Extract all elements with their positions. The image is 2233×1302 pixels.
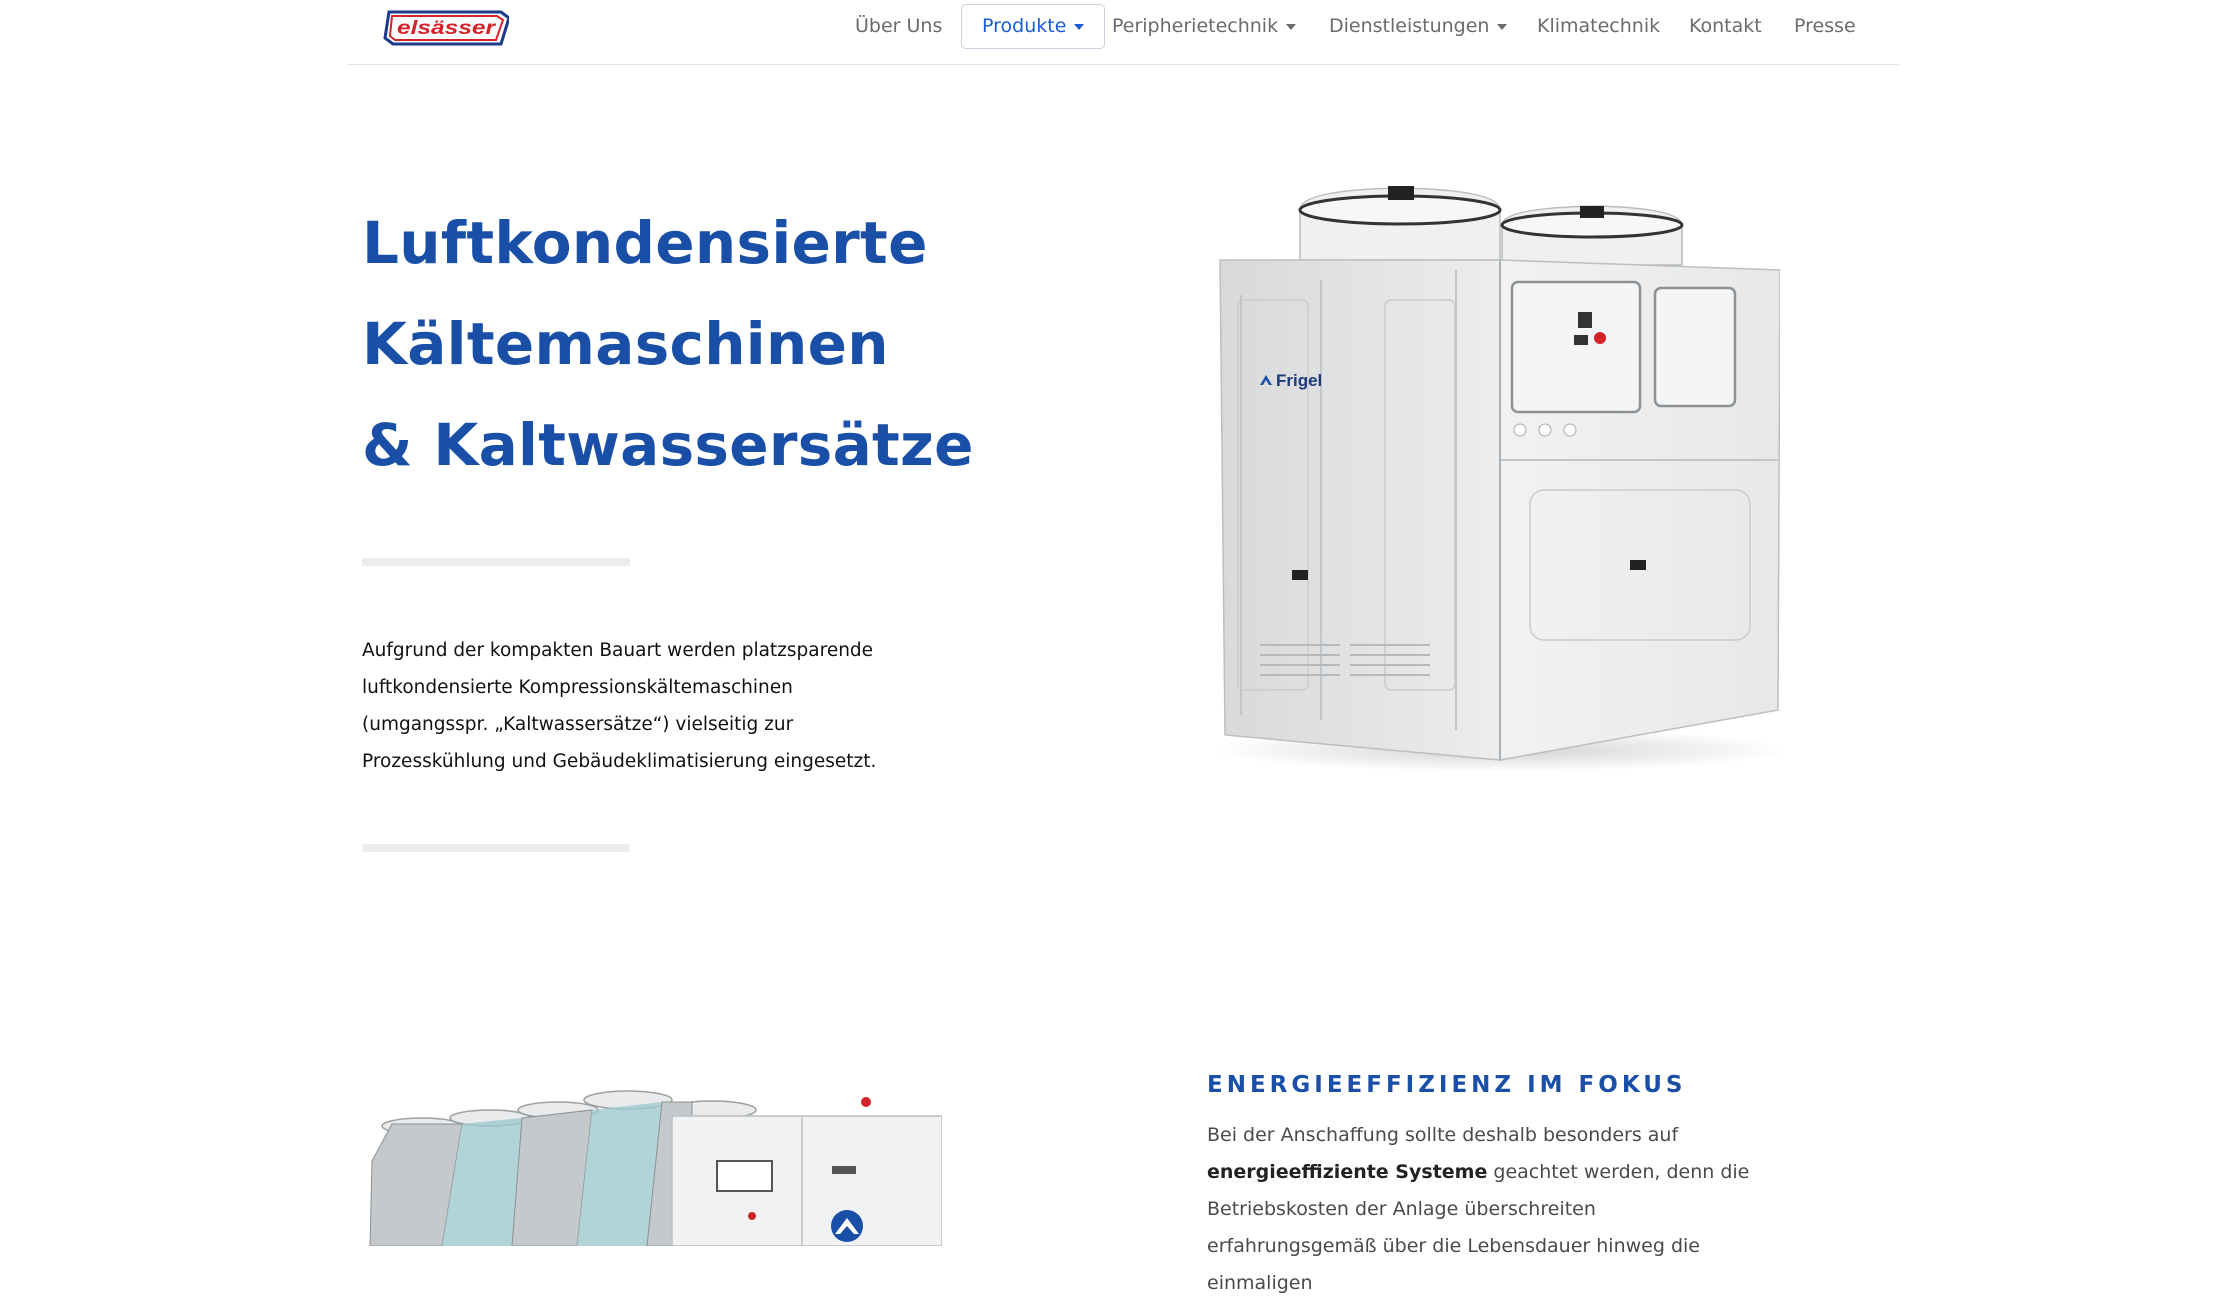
nav-label: Presse (1794, 15, 1856, 37)
hero-description: Aufgrund der kompakten Bauart werden pla… (362, 640, 877, 772)
nav-label: Dienstleistungen (1329, 15, 1490, 37)
nav-klimatechnik[interactable]: Klimatechnik (1537, 0, 1660, 52)
chiller-product-image: Frigel (1210, 186, 1780, 772)
top-navbar: elsässer Über Uns Produkte Peripherietec… (347, 0, 1899, 65)
divider-top (362, 558, 630, 566)
nav-label: Klimatechnik (1537, 15, 1661, 37)
section-text-part: Bei der Anschaffung sollte deshalb beson… (1207, 1124, 1679, 1146)
hero-title: Luftkondensierte Kältemaschinen & Kaltwa… (362, 193, 974, 496)
caret-down-icon (1074, 23, 1085, 30)
section-text-bold: energieeffiziente Systeme (1207, 1161, 1488, 1183)
elsaesser-logo[interactable]: elsässer (383, 6, 509, 50)
nav-peripherietechnik[interactable]: Peripherietechnik (1112, 0, 1297, 52)
caret-down-icon (1497, 23, 1508, 30)
svg-text:Frigel: Frigel (1276, 371, 1322, 390)
logo-text: elsässer (397, 18, 497, 39)
caret-down-icon (1286, 23, 1297, 30)
nav-label: Kontakt (1689, 15, 1762, 37)
nav-dienstleistungen[interactable]: Dienstleistungen (1329, 0, 1508, 52)
hero-title-line-3: & Kaltwassersätze (362, 411, 974, 479)
nav-label: Peripherietechnik (1112, 15, 1279, 37)
nav-label: Über Uns (855, 15, 943, 37)
hero-title-line-1: Luftkondensierte (362, 209, 928, 277)
nav-kontakt[interactable]: Kontakt (1689, 0, 1762, 52)
hero-title-line-2: Kältemaschinen (362, 310, 889, 378)
nav-produkte[interactable]: Produkte (961, 4, 1106, 49)
divider-bottom (362, 844, 630, 852)
drycooler-product-image (369, 1090, 942, 1246)
section-heading: ENERGIEEFFIZIENZ IM FOKUS (1207, 1072, 1687, 1098)
nav-ueber-uns[interactable]: Über Uns (855, 0, 942, 52)
nav-presse[interactable]: Presse (1794, 0, 1856, 52)
section-text: Bei der Anschaffung sollte deshalb beson… (1207, 1117, 1767, 1302)
nav-label: Produkte (982, 15, 1067, 37)
